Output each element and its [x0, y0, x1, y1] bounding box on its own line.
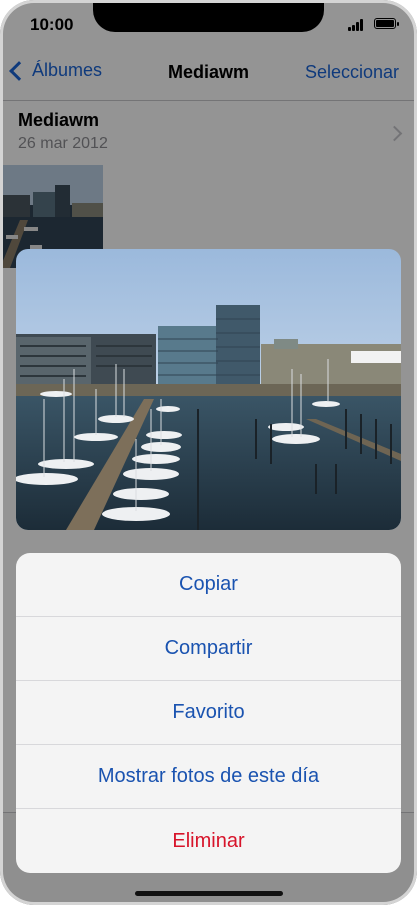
home-indicator[interactable]	[135, 891, 283, 896]
photo-preview[interactable]	[16, 249, 401, 530]
share-action[interactable]: Compartir	[16, 617, 401, 681]
favorite-action[interactable]: Favorito	[16, 681, 401, 745]
delete-action[interactable]: Eliminar	[16, 809, 401, 873]
action-sheet: Copiar Compartir Favorito Mostrar fotos …	[16, 553, 401, 873]
phone-screen: 10:00 Álbumes Mediawm Seleccionar Mediaw…	[0, 0, 417, 905]
show-photos-from-this-day-action[interactable]: Mostrar fotos de este día	[16, 745, 401, 809]
copy-action[interactable]: Copiar	[16, 553, 401, 617]
